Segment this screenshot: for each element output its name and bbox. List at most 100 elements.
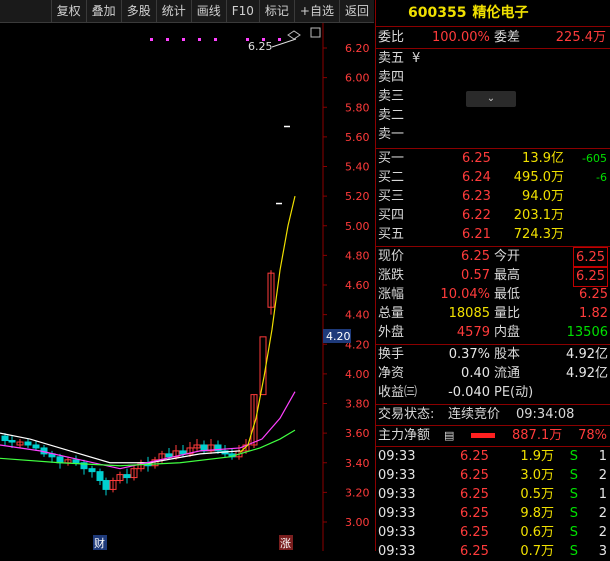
stats-value: 4.92亿 (566, 366, 608, 381)
sell-level-5: 卖五 ¥ (376, 49, 610, 68)
quote-value: 6.25 (573, 266, 608, 287)
weicha-label: 委差 (494, 30, 521, 45)
tick-row[interactable]: 09:33 6.25 3.0万 S 2 (376, 466, 610, 485)
stock-app: 复权 叠加 多股 统计 画线 F10 标记 +自选 返回 6.20 6.00 5.8… (0, 0, 610, 559)
quote-label: 外盘 (378, 325, 405, 340)
tick-price: 6.25 (460, 525, 489, 540)
limit-dot (214, 38, 217, 41)
stock-title: 600355 精伦电子 (376, 0, 610, 27)
f10-button[interactable]: F10 (225, 0, 259, 22)
buy-price: 6.23 (462, 189, 491, 204)
buy-change: -605 (582, 152, 607, 165)
quote-value: 6.25 (573, 247, 608, 268)
buy-level-1: 买一 6.25 13.9亿 -605 (376, 149, 610, 168)
tick-time: 09:33 (378, 525, 416, 540)
mainforce-row[interactable]: 主力净额 ▤ 887.1万 78% (376, 426, 610, 446)
weibi-value: 100.00% (432, 30, 490, 45)
buy-volume: 724.3万 (513, 227, 564, 242)
statistics-button[interactable]: 统计 (155, 0, 191, 22)
quote-label: 量比 (494, 306, 521, 321)
mainforce-pct: 78% (578, 428, 607, 443)
overlay-button[interactable]: 叠加 (85, 0, 121, 22)
weibi-row: 委比 100.00% 委差 225.4万 (376, 27, 610, 48)
tick-count: 2 (598, 468, 607, 483)
limit-dot (182, 38, 185, 41)
tick-flag: S (569, 506, 578, 521)
sell3-label: 卖三 (378, 89, 405, 104)
y-tick-label: 4.00 (345, 368, 370, 381)
quote-row: 涨跌 0.57 最高 6.25 (376, 266, 610, 287)
candle-body (123, 474, 131, 479)
stock-name: 精伦电子 (472, 5, 529, 21)
tick-flag: S (569, 525, 578, 540)
limit-up-marker[interactable]: 涨 (280, 537, 291, 550)
candle-body (24, 441, 32, 446)
buy-order-book: 买一 6.25 13.9亿 -605 买二 6.24 495.0万 -6 买三 6.23 94.0万… (376, 149, 610, 244)
tick-count: 1 (598, 487, 607, 502)
quote-row: 总量 18085 量比 1.82 (376, 304, 610, 323)
stats-value: 0.40 (461, 366, 490, 381)
tick-volume: 0.6万 (520, 525, 554, 540)
candle-body (8, 440, 16, 443)
buy-label: 买四 (378, 208, 405, 223)
tick-flag: S (569, 449, 578, 464)
buy-price: 6.24 (462, 170, 491, 185)
quote-value: 6.25 (579, 287, 608, 302)
yen-icon: ¥ (412, 51, 421, 66)
quote-value: 4579 (456, 325, 490, 340)
tick-row[interactable]: 09:33 6.25 0.7万 S 3 (376, 542, 610, 561)
sell-level-2: 卖二 (376, 106, 610, 125)
tick-count: 1 (598, 449, 607, 464)
y-tick-label: 3.40 (345, 457, 370, 470)
candle-body (165, 453, 173, 458)
stats-value: -0.040 (448, 385, 490, 400)
price-annotation: 6.25 (248, 40, 273, 53)
mainforce-value: 887.1万 (512, 428, 563, 443)
add-watchlist-button[interactable]: +自选 (293, 0, 339, 22)
stock-code: 600355 (408, 5, 467, 21)
quote-value: 10.04% (440, 287, 490, 302)
stats-row: 收益㈢ -0.040 PE(动) (376, 383, 610, 402)
mainforce-label: 主力净额 (378, 428, 431, 443)
quote-label: 现价 (378, 249, 405, 264)
trade-status-value: 连续竞价 (448, 407, 501, 422)
trade-status-row: 交易状态: 连续竞价 09:34:08 (376, 405, 610, 425)
tick-volume: 1.9万 (520, 449, 554, 464)
tick-price: 6.25 (460, 487, 489, 502)
draw-line-button[interactable]: 画线 (190, 0, 226, 22)
tick-row[interactable]: 09:33 6.25 9.8万 S 2 (376, 504, 610, 523)
quote-label: 涨跌 (378, 268, 405, 283)
y-tick-label: 3.60 (345, 427, 370, 440)
fuquan-button[interactable]: 复权 (50, 0, 86, 22)
y-tick-label: 3.00 (345, 516, 370, 529)
stats-label: 流通 (494, 366, 521, 381)
tick-row[interactable]: 09:33 6.25 0.6万 S 2 (376, 523, 610, 542)
candle-body (179, 450, 187, 455)
tick-volume: 0.5万 (520, 487, 554, 502)
kline-chart[interactable]: 6.20 6.00 5.80 5.60 5.40 5.20 5.00 4.80 4.60 4.40… (0, 23, 374, 551)
tick-list[interactable]: 09:33 6.25 1.9万 S 1 09:33 6.25 3.0万 S 2 09:33 6.25 0… (376, 447, 610, 561)
tick-flag: S (569, 487, 578, 502)
tick-volume: 3.0万 (520, 468, 554, 483)
quote-label: 涨幅 (378, 287, 405, 302)
weicha-value: 225.4万 (555, 30, 606, 45)
y-tick-label: 3.20 (345, 486, 370, 499)
buy-price: 6.21 (462, 227, 491, 242)
list-icon[interactable]: ▤ (444, 426, 454, 446)
stats-row: 换手 0.37% 股本 4.92亿 (376, 345, 610, 364)
candle-body (72, 459, 80, 464)
mark-button[interactable]: 标记 (258, 0, 294, 22)
finance-marker[interactable]: 财 (94, 536, 105, 550)
sell5-label: 卖五 (378, 51, 405, 66)
tick-count: 2 (598, 506, 607, 521)
tick-row[interactable]: 09:33 6.25 0.5万 S 1 (376, 485, 610, 504)
back-button[interactable]: 返回 (338, 0, 374, 22)
weibi-label: 委比 (378, 30, 405, 45)
tick-row[interactable]: 09:33 6.25 1.9万 S 1 (376, 447, 610, 466)
stats-row: 净资 0.40 流通 4.92亿 (376, 364, 610, 383)
buy-price: 6.25 (462, 151, 491, 166)
multi-stock-button[interactable]: 多股 (120, 0, 156, 22)
quote-row: 外盘 4579 内盘 13506 (376, 323, 610, 342)
kline-svg: 6.20 6.00 5.80 5.60 5.40 5.20 5.00 4.80 4.60 4.40… (0, 23, 374, 551)
